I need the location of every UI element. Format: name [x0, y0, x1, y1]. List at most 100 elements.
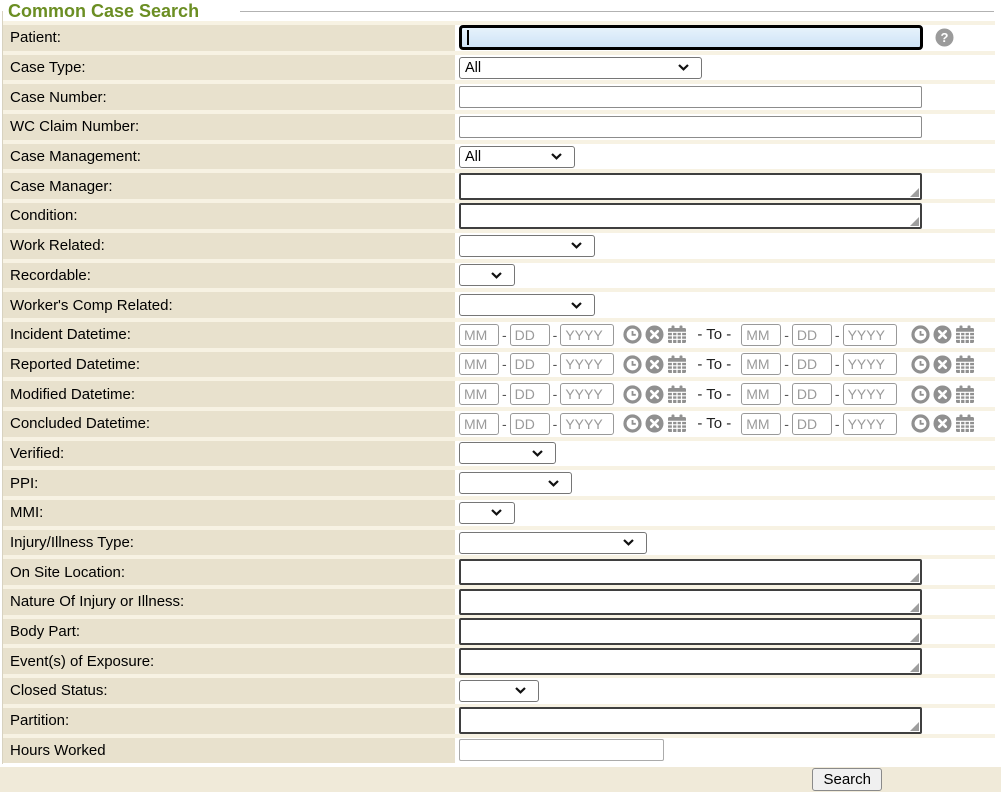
hours-worked-input[interactable]: [459, 739, 664, 761]
reported-to-day-input[interactable]: [792, 353, 832, 375]
ppi-select[interactable]: [459, 472, 572, 494]
case-management-label: Case Management:: [10, 148, 141, 165]
patient-input[interactable]: [459, 25, 923, 50]
time-picker-icon[interactable]: [623, 325, 642, 344]
time-picker-icon[interactable]: [623, 414, 642, 433]
row-closed-status: Closed Status:: [3, 674, 995, 704]
partition-textarea[interactable]: [459, 707, 922, 734]
calendar-icon[interactable]: [667, 325, 687, 344]
nature-of-injury-textarea[interactable]: [459, 589, 922, 616]
concluded-from-month-input[interactable]: [459, 413, 499, 435]
work-related-label: Work Related:: [10, 237, 105, 254]
reported-to-month-input[interactable]: [741, 353, 781, 375]
resize-grip-icon[interactable]: [910, 188, 919, 197]
reported-from-day-input[interactable]: [510, 353, 550, 375]
reported-from-month-input[interactable]: [459, 353, 499, 375]
row-ppi: PPI:: [3, 466, 995, 496]
modified-to-month-input[interactable]: [741, 383, 781, 405]
body-part-textarea[interactable]: [459, 618, 922, 645]
time-picker-icon[interactable]: [911, 385, 930, 404]
hours-worked-label: Hours Worked: [10, 742, 106, 759]
modified-to-day-input[interactable]: [792, 383, 832, 405]
search-button[interactable]: Search: [812, 768, 882, 791]
time-picker-icon[interactable]: [911, 325, 930, 344]
row-verified: Verified:: [3, 437, 995, 467]
modified-to-year-input[interactable]: [843, 383, 897, 405]
case-management-select[interactable]: All: [459, 146, 575, 168]
modified-from-month-input[interactable]: [459, 383, 499, 405]
incident-datetime-label: Incident Datetime:: [10, 326, 131, 343]
patient-label: Patient:: [10, 29, 61, 46]
row-work-related: Work Related:: [3, 229, 995, 259]
concluded-from-year-input[interactable]: [560, 413, 614, 435]
chevron-down-icon: [571, 302, 582, 309]
calendar-icon[interactable]: [955, 414, 975, 433]
incident-from-year-input[interactable]: [560, 324, 614, 346]
time-picker-icon[interactable]: [911, 414, 930, 433]
incident-from-month-input[interactable]: [459, 324, 499, 346]
mmi-label: MMI:: [10, 504, 43, 521]
chevron-down-icon: [491, 509, 502, 516]
text-caret: [467, 30, 469, 45]
clear-icon[interactable]: [933, 414, 952, 433]
row-case-number: Case Number:: [3, 80, 995, 110]
incident-from-day-input[interactable]: [510, 324, 550, 346]
case-number-input[interactable]: [459, 86, 922, 108]
recordable-select[interactable]: [459, 264, 515, 286]
time-picker-icon[interactable]: [623, 385, 642, 404]
chevron-down-icon: [491, 272, 502, 279]
resize-grip-icon[interactable]: [910, 603, 919, 612]
calendar-icon[interactable]: [667, 355, 687, 374]
workers-comp-related-select[interactable]: [459, 294, 595, 316]
row-events-of-exposure: Event(s) of Exposure:: [3, 644, 995, 674]
resize-grip-icon[interactable]: [910, 722, 919, 731]
calendar-icon[interactable]: [955, 385, 975, 404]
incident-to-year-input[interactable]: [843, 324, 897, 346]
on-site-location-textarea[interactable]: [459, 559, 922, 586]
mmi-select[interactable]: [459, 502, 515, 524]
row-mmi: MMI:: [3, 496, 995, 526]
concluded-from-day-input[interactable]: [510, 413, 550, 435]
condition-textarea[interactable]: [459, 203, 922, 230]
calendar-icon[interactable]: [955, 325, 975, 344]
time-picker-icon[interactable]: [911, 355, 930, 374]
work-related-select[interactable]: [459, 235, 595, 257]
row-body-part: Body Part:: [3, 615, 995, 645]
calendar-icon[interactable]: [955, 355, 975, 374]
reported-from-year-input[interactable]: [560, 353, 614, 375]
calendar-icon[interactable]: [667, 385, 687, 404]
case-manager-textarea[interactable]: [459, 173, 922, 200]
incident-to-day-input[interactable]: [792, 324, 832, 346]
help-icon[interactable]: ?: [935, 28, 954, 47]
concluded-to-month-input[interactable]: [741, 413, 781, 435]
resize-grip-icon[interactable]: [910, 573, 919, 582]
modified-from-year-input[interactable]: [560, 383, 614, 405]
resize-grip-icon[interactable]: [910, 633, 919, 642]
time-picker-icon[interactable]: [623, 355, 642, 374]
injury-illness-type-select[interactable]: [459, 532, 647, 554]
clear-icon[interactable]: [933, 325, 952, 344]
case-type-select[interactable]: All: [459, 57, 702, 79]
events-of-exposure-textarea[interactable]: [459, 648, 922, 675]
case-type-label: Case Type:: [10, 59, 86, 76]
clear-icon[interactable]: [645, 325, 664, 344]
clear-icon[interactable]: [645, 355, 664, 374]
modified-from-day-input[interactable]: [510, 383, 550, 405]
verified-select[interactable]: [459, 442, 556, 464]
clear-icon[interactable]: [933, 385, 952, 404]
clear-icon[interactable]: [933, 355, 952, 374]
row-partition: Partition:: [3, 704, 995, 734]
calendar-icon[interactable]: [667, 414, 687, 433]
resize-grip-icon[interactable]: [910, 663, 919, 672]
clear-icon[interactable]: [645, 414, 664, 433]
wc-claim-number-input[interactable]: [459, 116, 922, 138]
closed-status-select[interactable]: [459, 680, 539, 702]
clear-icon[interactable]: [645, 385, 664, 404]
reported-to-year-input[interactable]: [843, 353, 897, 375]
concluded-to-day-input[interactable]: [792, 413, 832, 435]
concluded-to-year-input[interactable]: [843, 413, 897, 435]
incident-to-month-input[interactable]: [741, 324, 781, 346]
row-hours-worked: Hours Worked: [3, 734, 995, 764]
search-form: Patient: ? Case Type: All Case Number:: [3, 21, 995, 763]
resize-grip-icon[interactable]: [910, 217, 919, 226]
